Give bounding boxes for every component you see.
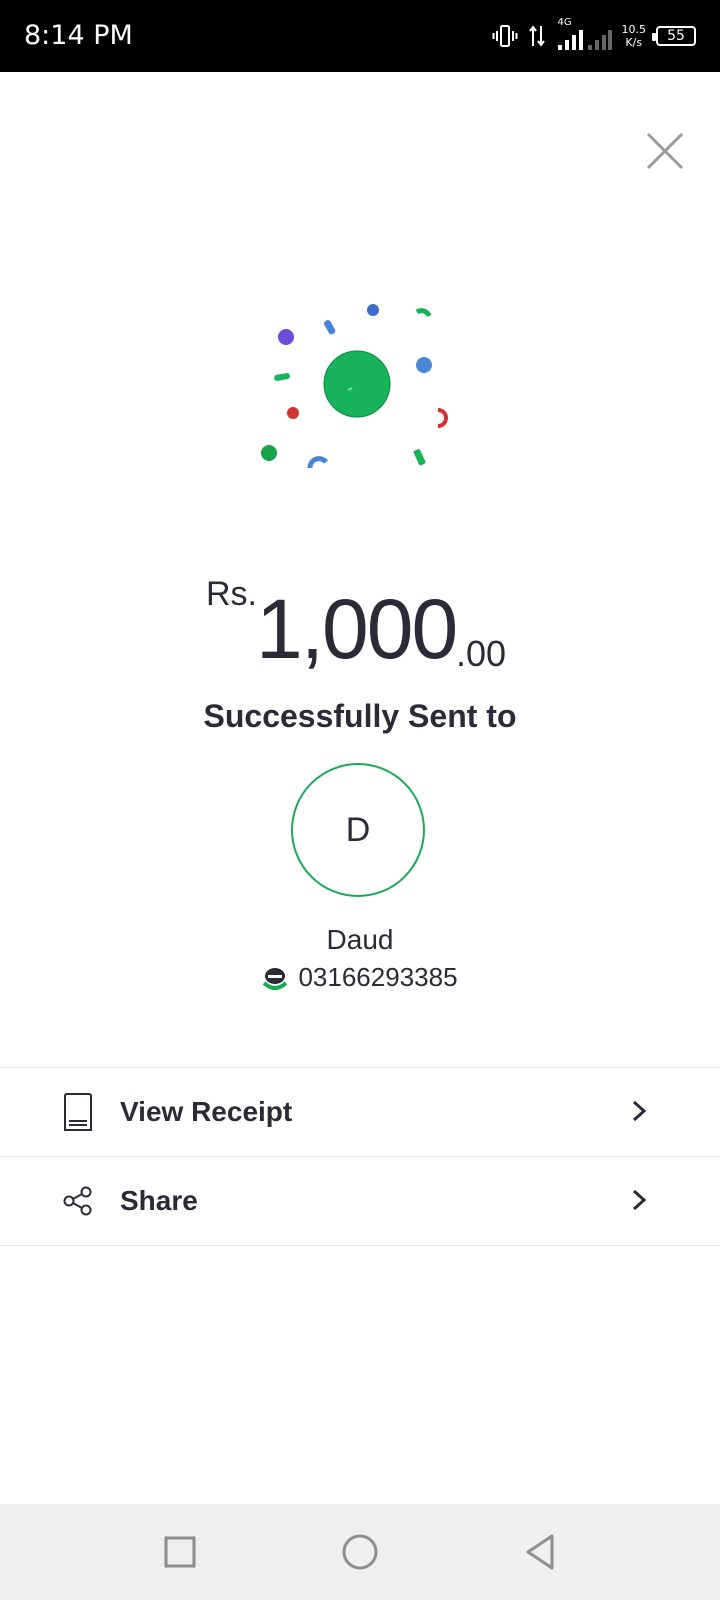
speed-value: 10.5 [621, 23, 647, 36]
status-message: Successfully Sent to [203, 698, 517, 734]
chevron-right-icon [632, 1189, 647, 1211]
close-icon[interactable] [642, 128, 688, 174]
amount-major: 1,000 [256, 582, 458, 676]
status-bar: 8:14 PM 4G 10.5 K/s 55 [0, 0, 720, 72]
home-icon[interactable] [340, 1532, 380, 1572]
data-transfer-icon [528, 25, 545, 47]
currency-label: Rs. [206, 575, 257, 613]
status-time: 8:14 PM [24, 20, 133, 51]
recipient-account: 03166293385 [0, 962, 720, 993]
share-label: Share [120, 1185, 198, 1216]
success-confetti-illustration [261, 304, 448, 469]
recent-apps-icon[interactable] [160, 1532, 200, 1572]
network-speed: 10.5 K/s [622, 23, 647, 49]
chevron-right-icon [632, 1100, 647, 1122]
easypaisa-logo-icon [263, 967, 288, 990]
amount-display: Rs. 1,000 .00 [0, 575, 720, 685]
battery-icon: 55 [652, 26, 696, 46]
system-nav-bar [0, 1504, 720, 1600]
signal-icon [557, 30, 612, 50]
signal-group: 4G [556, 17, 612, 51]
recipient-name: Daud [326, 924, 394, 955]
recipient-phone: 03166293385 [298, 962, 458, 992]
share-button[interactable]: Share [0, 1156, 720, 1246]
recipient-avatar: D [291, 763, 425, 897]
view-receipt-label: View Receipt [120, 1096, 293, 1127]
share-icon [58, 1181, 98, 1221]
vibrate-icon [492, 25, 517, 47]
receipt-icon [58, 1092, 98, 1132]
amount-minor: .00 [456, 633, 507, 674]
speed-unit: K/s [625, 36, 643, 49]
status-icons: 4G 10.5 K/s 55 [492, 16, 696, 56]
back-icon[interactable] [520, 1532, 560, 1572]
view-receipt-button[interactable]: View Receipt [0, 1067, 720, 1156]
